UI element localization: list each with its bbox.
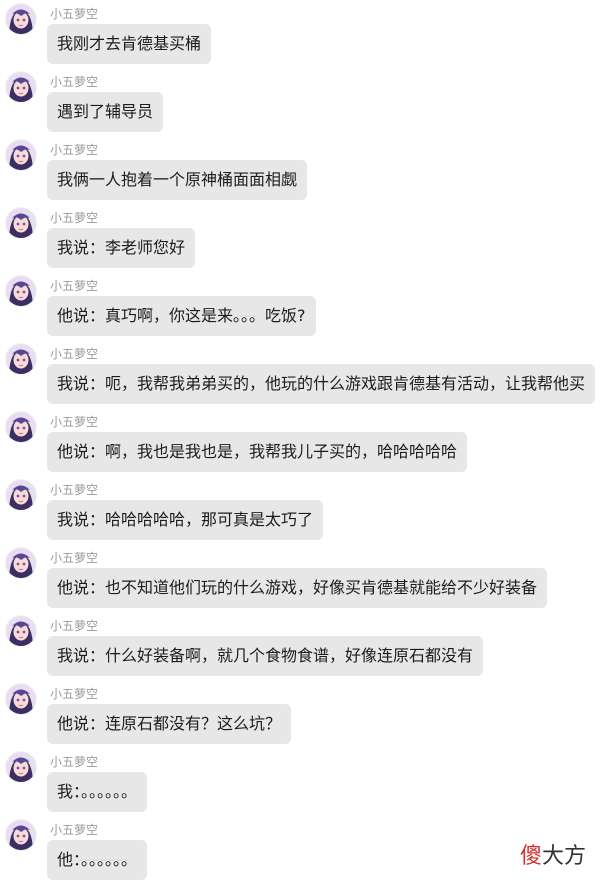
sender-name: 小五萝空	[50, 279, 99, 293]
message-bubble[interactable]: 我：。。。。。。	[47, 772, 148, 812]
chat-message: 小五萝空 我说：哈哈哈哈哈，那可真是太巧了	[0, 476, 606, 544]
message-bubble[interactable]: 他说：也不知道他们玩的什么游戏，好像买肯德基就能给不少好装备	[47, 568, 548, 608]
chat-message: 小五萝空 他说：也不知道他们玩的什么游戏，好像买肯德基就能给不少好装备	[0, 544, 606, 612]
avatar-icon[interactable]	[6, 140, 36, 170]
message-bubble[interactable]: 我俩一人抱着一个原神桶面面相觑	[47, 160, 308, 200]
sender-name: 小五萝空	[50, 823, 99, 837]
message-bubble[interactable]: 他说：啊，我也是我也是，我帮我儿子买的，哈哈哈哈哈	[47, 432, 468, 472]
chat-message: 小五萝空 他：。。。。。。	[0, 816, 606, 884]
message-bubble[interactable]: 他：。。。。。。	[47, 840, 148, 880]
chat-message: 小五萝空 我说：李老师您好	[0, 204, 606, 272]
chat-message: 小五萝空 我刚才去肯德基买桶	[0, 0, 606, 68]
avatar-icon[interactable]	[6, 616, 36, 646]
message-bubble[interactable]: 遇到了辅导员	[47, 92, 164, 132]
chat-message: 小五萝空 我说：什么好装备啊，就几个食物食谱，好像连原石都没有	[0, 612, 606, 680]
avatar-icon[interactable]	[6, 412, 36, 442]
avatar-icon[interactable]	[6, 72, 36, 102]
message-bubble[interactable]: 他说：连原石都没有？这么坑？	[47, 704, 292, 744]
avatar-icon[interactable]	[6, 684, 36, 714]
chat-message: 小五萝空 他说：啊，我也是我也是，我帮我儿子买的，哈哈哈哈哈	[0, 408, 606, 476]
sender-name: 小五萝空	[50, 75, 99, 89]
sender-name: 小五萝空	[50, 483, 99, 497]
watermark-accent-text: 傻	[519, 844, 542, 869]
avatar-icon[interactable]	[6, 548, 36, 578]
sender-name: 小五萝空	[50, 687, 99, 701]
sender-name: 小五萝空	[50, 7, 99, 21]
message-bubble[interactable]: 我说：呃，我帮我弟弟买的，他玩的什么游戏跟肯德基有活动，让我帮他买	[47, 364, 596, 404]
avatar-icon[interactable]	[6, 752, 36, 782]
message-bubble[interactable]: 我刚才去肯德基买桶	[47, 24, 212, 64]
sender-name: 小五萝空	[50, 551, 99, 565]
avatar-icon[interactable]	[6, 480, 36, 510]
sender-name: 小五萝空	[50, 211, 99, 225]
message-bubble[interactable]: 我说：李老师您好	[47, 228, 196, 268]
chat-message: 小五萝空 遇到了辅导员	[0, 68, 606, 136]
sender-name: 小五萝空	[50, 755, 99, 769]
message-bubble[interactable]: 我说：哈哈哈哈哈，那可真是太巧了	[47, 500, 324, 540]
sender-name: 小五萝空	[50, 143, 99, 157]
chat-message: 小五萝空 我俩一人抱着一个原神桶面面相觑	[0, 136, 606, 204]
avatar-icon[interactable]	[6, 208, 36, 238]
chat-message: 小五萝空 我：。。。。。。	[0, 748, 606, 816]
watermark-logo: 傻大方	[520, 844, 586, 870]
chat-message: 小五萝空 他说：连原石都没有？这么坑？	[0, 680, 606, 748]
sender-name: 小五萝空	[50, 415, 99, 429]
avatar-icon[interactable]	[6, 4, 36, 34]
sender-name: 小五萝空	[50, 619, 99, 633]
avatar-icon[interactable]	[6, 820, 36, 850]
avatar-icon[interactable]	[6, 344, 36, 374]
message-bubble[interactable]: 我说：什么好装备啊，就几个食物食谱，好像连原石都没有	[47, 636, 484, 676]
watermark-text: 大方	[541, 844, 586, 869]
sender-name: 小五萝空	[50, 347, 99, 361]
chat-message: 小五萝空 他说：真巧啊，你这是来。。。吃饭?	[0, 272, 606, 340]
message-bubble[interactable]: 他说：真巧啊，你这是来。。。吃饭?	[47, 296, 316, 336]
chat-message: 小五萝空 我说：呃，我帮我弟弟买的，他玩的什么游戏跟肯德基有活动，让我帮他买	[0, 340, 606, 408]
avatar-icon[interactable]	[6, 276, 36, 306]
